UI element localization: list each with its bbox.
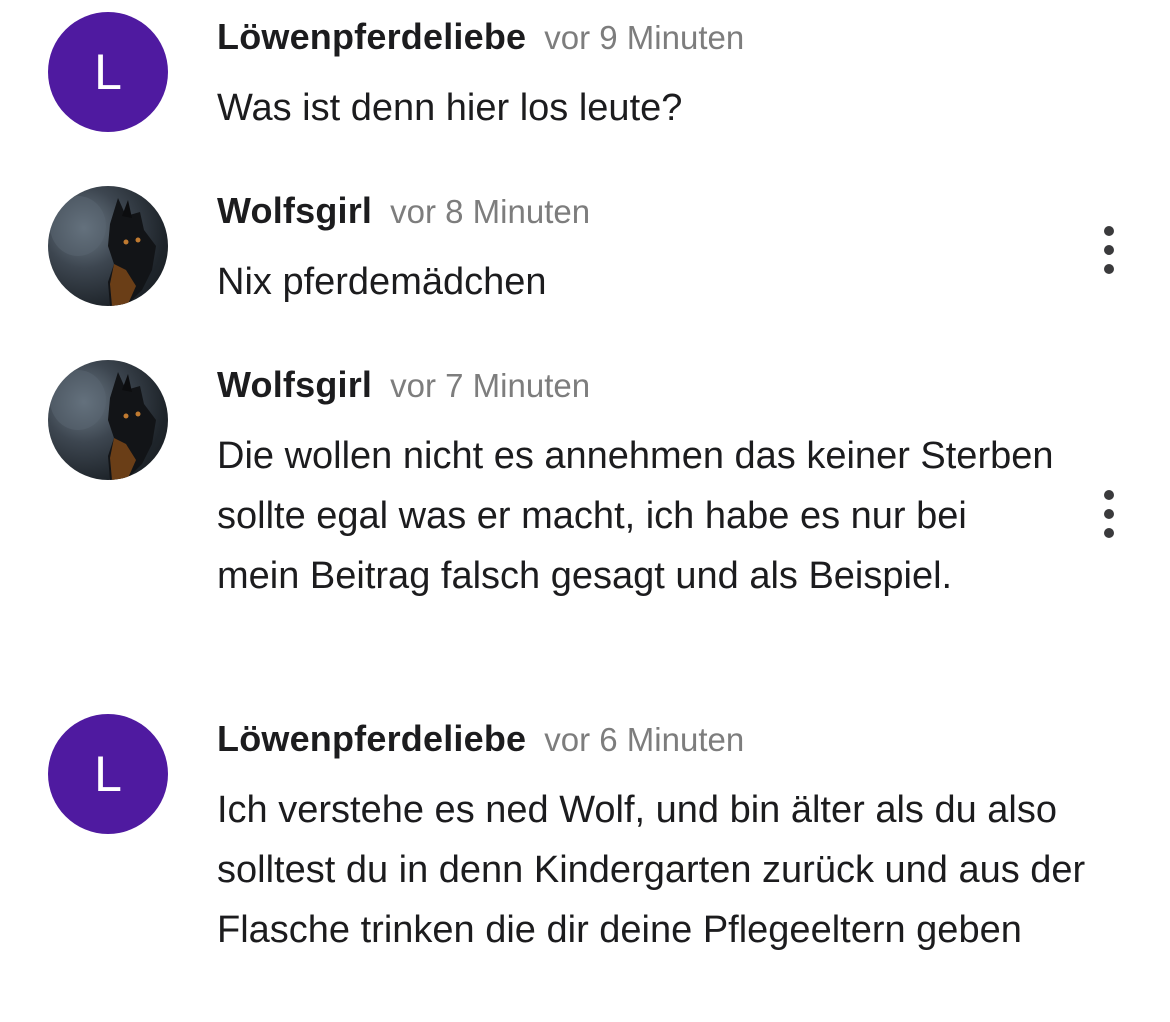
comment-header: Löwenpferdeliebe vor 9 Minuten bbox=[217, 16, 744, 58]
more-options-dot bbox=[1104, 509, 1114, 519]
avatar-letter: L bbox=[94, 746, 122, 802]
more-options-button[interactable] bbox=[1094, 490, 1124, 538]
comment-text: Die wollen nicht es annehmen das keiner … bbox=[217, 435, 1054, 597]
wolf-avatar-icon bbox=[50, 196, 156, 306]
avatar[interactable] bbox=[48, 360, 168, 480]
more-options-dot bbox=[1104, 528, 1114, 538]
username[interactable]: Wolfsgirl bbox=[217, 364, 372, 406]
comment-header: Löwenpferdeliebe vor 6 Minuten bbox=[217, 718, 744, 760]
wolf-avatar-icon bbox=[50, 370, 156, 480]
username[interactable]: Wolfsgirl bbox=[217, 190, 372, 232]
username[interactable]: Löwenpferdeliebe bbox=[217, 718, 526, 760]
more-options-icon bbox=[1104, 226, 1114, 236]
comment-text: Nix pferdemädchen bbox=[217, 261, 547, 303]
avatar[interactable]: L bbox=[48, 12, 168, 132]
more-options-dot bbox=[1104, 264, 1114, 274]
timestamp: vor 6 Minuten bbox=[544, 721, 745, 758]
timestamp: vor 8 Minuten bbox=[390, 193, 591, 230]
comment-header: Wolfsgirl vor 7 Minuten bbox=[217, 364, 590, 406]
comment-text: Was ist denn hier los leute? bbox=[217, 87, 683, 129]
username[interactable]: Löwenpferdeliebe bbox=[217, 16, 526, 58]
timestamp: vor 9 Minuten bbox=[544, 19, 745, 56]
avatar-letter: L bbox=[94, 44, 122, 100]
avatar[interactable]: L bbox=[48, 714, 168, 834]
timestamp: vor 7 Minuten bbox=[390, 367, 591, 404]
comment-text: Ich verstehe es ned Wolf, und bin älter … bbox=[217, 789, 1086, 951]
comment-header: Wolfsgirl vor 8 Minuten bbox=[217, 190, 590, 232]
more-options-dot bbox=[1104, 245, 1114, 255]
avatar[interactable] bbox=[48, 186, 168, 306]
more-options-icon bbox=[1104, 490, 1114, 500]
more-options-button[interactable] bbox=[1094, 226, 1124, 274]
